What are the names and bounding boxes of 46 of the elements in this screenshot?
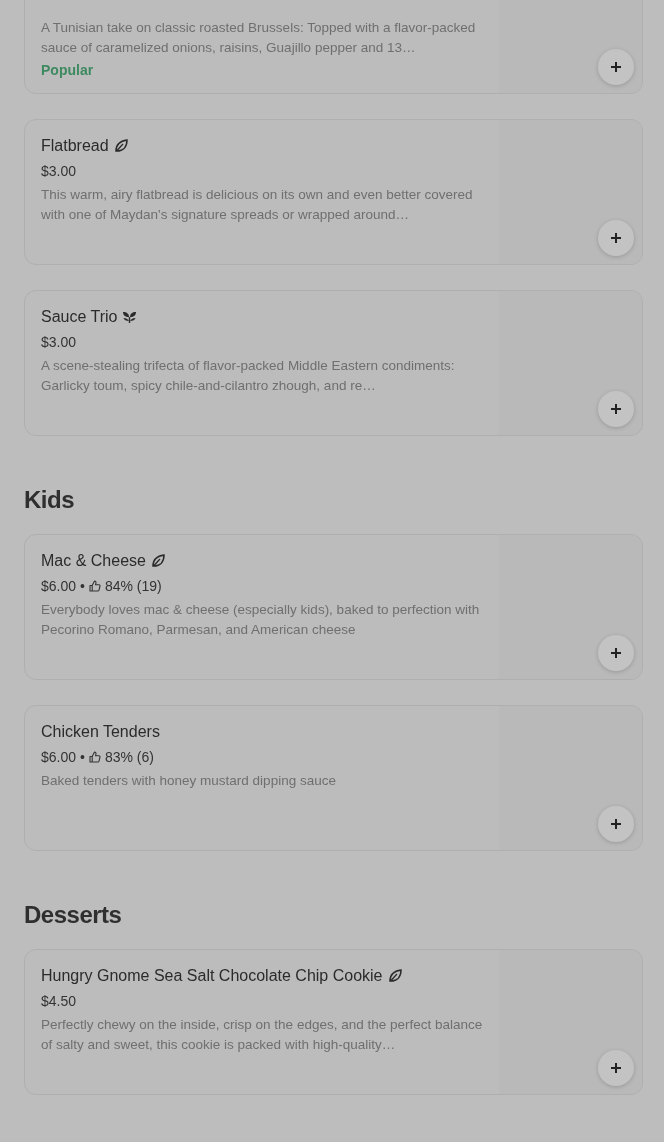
plus-icon	[610, 403, 622, 415]
item-description: A scene-stealing trifecta of flavor-packed Middle Eastern condiments: Garlicky toum, spicy chile-and-cilantro zhough, and re…	[41, 357, 456, 395]
separator-dot: •	[80, 577, 85, 596]
add-button[interactable]	[598, 635, 634, 671]
menu-item-card[interactable]: Sauce Trio $3.00 A scene-stealing trifecta of flavor-packed Middle Eastern condiments: Garlicky toum, spicy chile-and-cilantro zhough, and re…	[24, 290, 643, 436]
item-price: $4.50	[41, 992, 77, 1011]
item-description: This warm, airy flatbread is delicious on its own and even better covered with one of Maydan's signature spreads or wrapped around…	[41, 186, 474, 224]
item-name: Chicken Tenders	[41, 722, 160, 742]
menu-item-card[interactable]: Mac & Cheese $6.00 • 84% (19) Everybody loves mac & cheese (especially kids), baked to perfection with Pecorino Romano, Parmesan, and American cheese	[24, 534, 643, 680]
menu-item-card[interactable]: Chicken Tenders $6.00 • 83% (6) Baked tenders with honey mustard dipping sauce	[24, 705, 643, 851]
item-name: Sauce Trio	[41, 307, 118, 327]
thumbs-up-icon	[88, 580, 101, 592]
item-name: Hungry Gnome Sea Salt Chocolate Chip Cookie	[41, 966, 383, 986]
item-description: Perfectly chewy on the inside, crisp on the edges, and the perfect balance of salty and sweet, this cookie is packed with high-quality…	[41, 1016, 483, 1054]
item-description: Everybody loves mac & cheese (especially kids), baked to perfection with Pecorino Romano, Parmesan, and American cheese	[41, 601, 481, 639]
thumbs-up-icon	[88, 751, 101, 763]
item-name: Mac & Cheese	[41, 551, 146, 571]
section-heading: Desserts	[24, 900, 123, 930]
leaf-icon	[387, 969, 402, 983]
item-rating: 83% (6)	[104, 748, 154, 767]
item-rating: 84% (19)	[104, 577, 162, 596]
leaf-icon	[113, 139, 128, 153]
item-name: Flatbread	[41, 136, 109, 156]
leaf-icon	[150, 554, 165, 568]
item-price: $3.00	[41, 333, 77, 352]
add-button[interactable]	[598, 391, 634, 427]
separator-dot: •	[80, 748, 85, 767]
plus-icon	[610, 232, 622, 244]
add-button[interactable]	[598, 1050, 634, 1086]
add-button[interactable]	[598, 220, 634, 256]
item-price: $3.00	[41, 162, 77, 181]
menu-item-card[interactable]: Hungry Gnome Sea Salt Chocolate Chip Cookie $4.50 Perfectly chewy on the inside, crisp on the edges, and the perfect balance of salty and sweet, this cookie is packed with high-quality…	[24, 949, 643, 1095]
item-description: Baked tenders with honey mustard dipping sauce	[41, 772, 337, 790]
plus-icon	[610, 818, 622, 830]
add-button[interactable]	[598, 49, 634, 85]
item-description: A Tunisian take on classic roasted Brussels: Topped with a flavor-packed sauce of caramelized onions, raisins, Guajillo pepper and 13…	[41, 19, 477, 57]
menu-item-card[interactable]: Flatbread $3.00 This warm, airy flatbread is delicious on its own and even better covered with one of Maydan's signature spreads or wrapped around…	[24, 119, 643, 265]
popular-label: Popular	[41, 61, 95, 80]
item-price: $6.00	[41, 577, 77, 596]
add-button[interactable]	[598, 806, 634, 842]
plus-icon	[610, 61, 622, 73]
sprout-icon	[122, 310, 138, 324]
plus-icon	[610, 647, 622, 659]
item-price: $6.00	[41, 748, 77, 767]
section-heading: Kids	[24, 485, 75, 515]
plus-icon	[610, 1062, 622, 1074]
